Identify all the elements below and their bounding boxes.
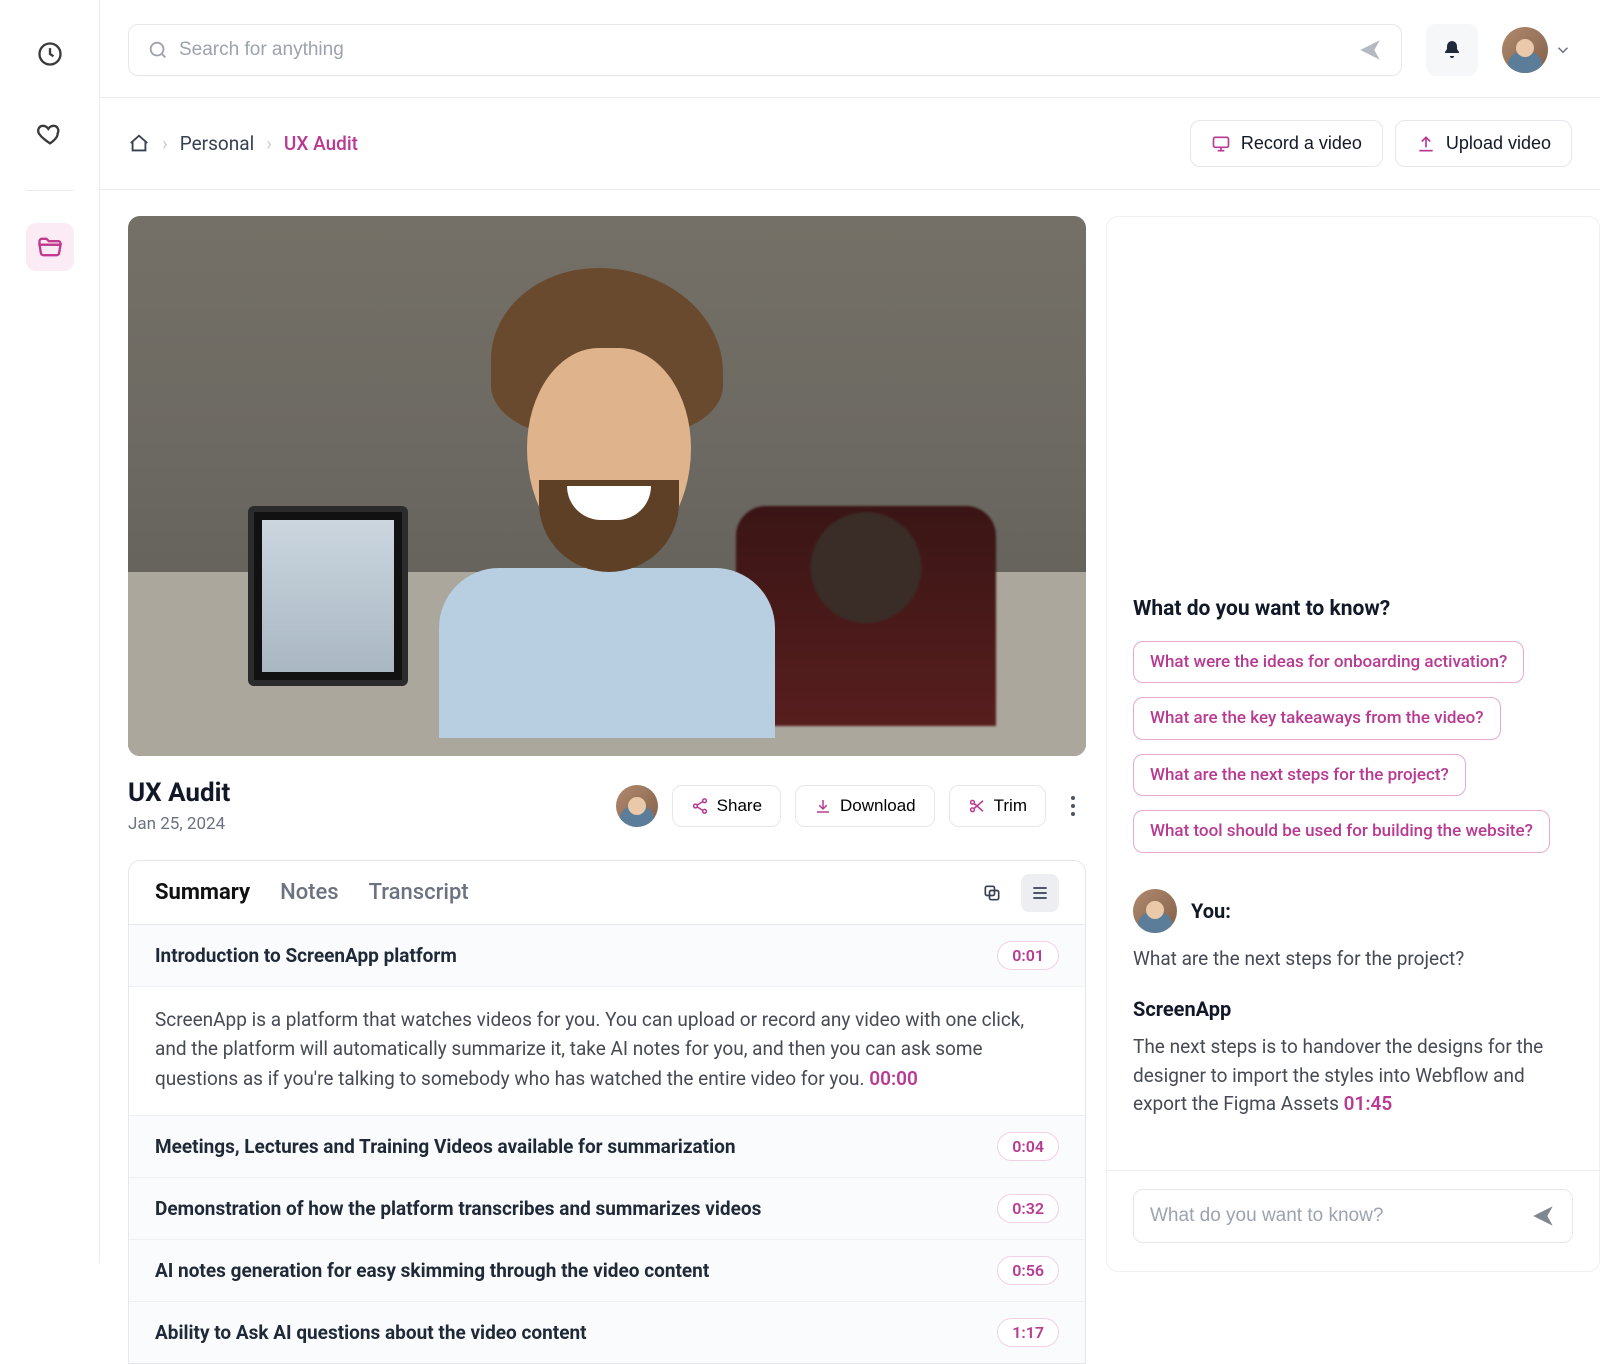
trim-button[interactable]: Trim <box>949 785 1046 827</box>
breadcrumb: › Personal › UX Audit <box>128 132 358 155</box>
user-avatar <box>1502 27 1548 73</box>
chapter-timestamp[interactable]: 0:32 <box>997 1194 1059 1223</box>
chat-input-box[interactable] <box>1133 1189 1573 1243</box>
submit-search-icon[interactable] <box>1357 37 1383 63</box>
video-thumbnail[interactable] <box>128 216 1086 756</box>
chat-bot-message: The next steps is to handover the design… <box>1133 1033 1573 1119</box>
share-button[interactable]: Share <box>672 785 781 827</box>
chapter-title: Meetings, Lectures and Training Videos a… <box>155 1135 736 1158</box>
breadcrumb-sep: › <box>162 132 168 155</box>
chapter-timestamp[interactable]: 0:04 <box>997 1132 1059 1161</box>
list-view-button[interactable] <box>1021 874 1059 912</box>
video-date: Jan 25, 2024 <box>128 814 230 834</box>
chapter-timestamp[interactable]: 0:56 <box>997 1256 1059 1285</box>
chat-suggestion[interactable]: What are the key takeaways from the vide… <box>1133 697 1501 739</box>
chat-panel: What do you want to know? What were the … <box>1106 216 1600 1272</box>
home-icon[interactable] <box>128 133 150 155</box>
favorites-icon[interactable] <box>26 110 74 158</box>
chat-speaker-you: You: <box>1191 899 1231 923</box>
tab-notes[interactable]: Notes <box>280 880 339 905</box>
record-video-button[interactable]: Record a video <box>1190 120 1383 167</box>
upload-icon <box>1416 134 1436 154</box>
account-menu[interactable] <box>1502 27 1572 73</box>
upload-video-label: Upload video <box>1446 133 1551 154</box>
notifications-button[interactable] <box>1426 24 1478 76</box>
search-input[interactable] <box>179 39 1357 61</box>
send-icon[interactable] <box>1530 1203 1556 1229</box>
search-box[interactable] <box>128 24 1402 76</box>
chapter-title: Demonstration of how the platform transc… <box>155 1197 761 1220</box>
trim-label: Trim <box>994 796 1027 816</box>
share-icon <box>691 797 709 815</box>
chat-input[interactable] <box>1150 1205 1530 1227</box>
chat-suggestion[interactable]: What tool should be used for building th… <box>1133 810 1550 852</box>
chapter-row[interactable]: Demonstration of how the platform transc… <box>129 1178 1085 1240</box>
share-label: Share <box>717 796 762 816</box>
tab-summary[interactable]: Summary <box>155 880 250 905</box>
upload-video-button[interactable]: Upload video <box>1395 120 1572 167</box>
chapter-body: ScreenApp is a platform that watches vid… <box>129 987 1085 1116</box>
download-label: Download <box>840 796 916 816</box>
list-icon <box>1030 883 1050 903</box>
tab-transcript[interactable]: Transcript <box>369 880 469 905</box>
chat-speaker-bot: ScreenApp <box>1133 997 1573 1021</box>
chevron-down-icon <box>1554 41 1572 59</box>
chapter-timestamp[interactable]: 0:01 <box>997 941 1059 970</box>
chapter-row[interactable]: AI notes generation for easy skimming th… <box>129 1240 1085 1302</box>
inline-timestamp[interactable]: 00:00 <box>869 1067 918 1090</box>
chapter-row[interactable]: Meetings, Lectures and Training Videos a… <box>129 1116 1085 1178</box>
chat-heading: What do you want to know? <box>1133 597 1573 621</box>
user-avatar-small <box>1133 889 1177 933</box>
copy-icon <box>982 883 1002 903</box>
bell-icon <box>1440 38 1464 62</box>
download-icon <box>814 797 832 815</box>
breadcrumb-current[interactable]: UX Audit <box>284 132 358 155</box>
more-actions-button[interactable] <box>1060 790 1086 822</box>
scissors-icon <box>968 797 986 815</box>
nav-sidebar <box>0 0 100 1263</box>
topbar <box>100 0 1600 98</box>
sidebar-separator <box>26 190 74 191</box>
record-video-label: Record a video <box>1241 133 1362 154</box>
search-icon <box>147 39 169 61</box>
chapter-row[interactable]: Introduction to ScreenApp platform 0:01 <box>129 925 1085 987</box>
monitor-icon <box>1211 134 1231 154</box>
chat-suggestion[interactable]: What are the next steps for the project? <box>1133 754 1466 796</box>
video-title: UX Audit <box>128 778 230 808</box>
recent-icon[interactable] <box>26 30 74 78</box>
chapter-timestamp[interactable]: 1:17 <box>997 1318 1059 1347</box>
owner-avatar[interactable] <box>616 785 658 827</box>
breadcrumb-sep: › <box>266 132 272 155</box>
chapter-row[interactable]: Ability to Ask AI questions about the vi… <box>129 1302 1085 1363</box>
chat-suggestion[interactable]: What were the ideas for onboarding activ… <box>1133 641 1524 683</box>
folder-icon[interactable] <box>26 223 74 271</box>
chapter-title: Ability to Ask AI questions about the vi… <box>155 1321 587 1344</box>
chapter-title: Introduction to ScreenApp platform <box>155 944 457 967</box>
chat-user-message: What are the next steps for the project? <box>1133 945 1573 974</box>
download-button[interactable]: Download <box>795 785 935 827</box>
breadcrumb-personal[interactable]: Personal <box>180 132 254 155</box>
copy-button[interactable] <box>973 874 1011 912</box>
inline-timestamp[interactable]: 01:45 <box>1344 1092 1393 1115</box>
